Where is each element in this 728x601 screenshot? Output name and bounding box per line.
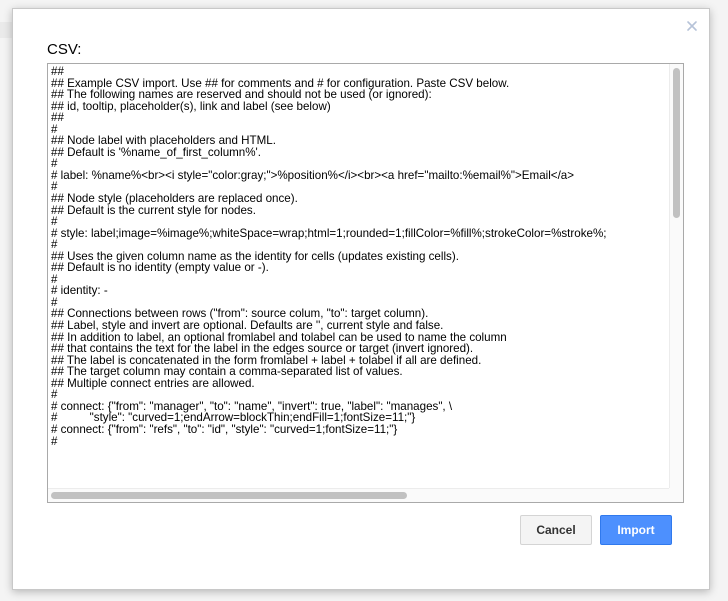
- vertical-scrollbar[interactable]: [669, 64, 683, 488]
- scrollbar-corner: [669, 488, 683, 502]
- horizontal-scrollbar[interactable]: [48, 488, 669, 502]
- csv-import-dialog: CSV: ## ## Example CSV import. Use ## fo…: [12, 8, 710, 590]
- dialog-title: CSV:: [47, 41, 82, 58]
- horizontal-scrollbar-thumb[interactable]: [51, 492, 407, 499]
- csv-text-content[interactable]: ## ## Example CSV import. Use ## for com…: [51, 66, 669, 488]
- close-icon[interactable]: [685, 19, 699, 33]
- vertical-scrollbar-thumb[interactable]: [673, 68, 680, 218]
- csv-textarea[interactable]: ## ## Example CSV import. Use ## for com…: [47, 63, 684, 503]
- cancel-button[interactable]: Cancel: [520, 515, 592, 545]
- import-button[interactable]: Import: [600, 515, 672, 545]
